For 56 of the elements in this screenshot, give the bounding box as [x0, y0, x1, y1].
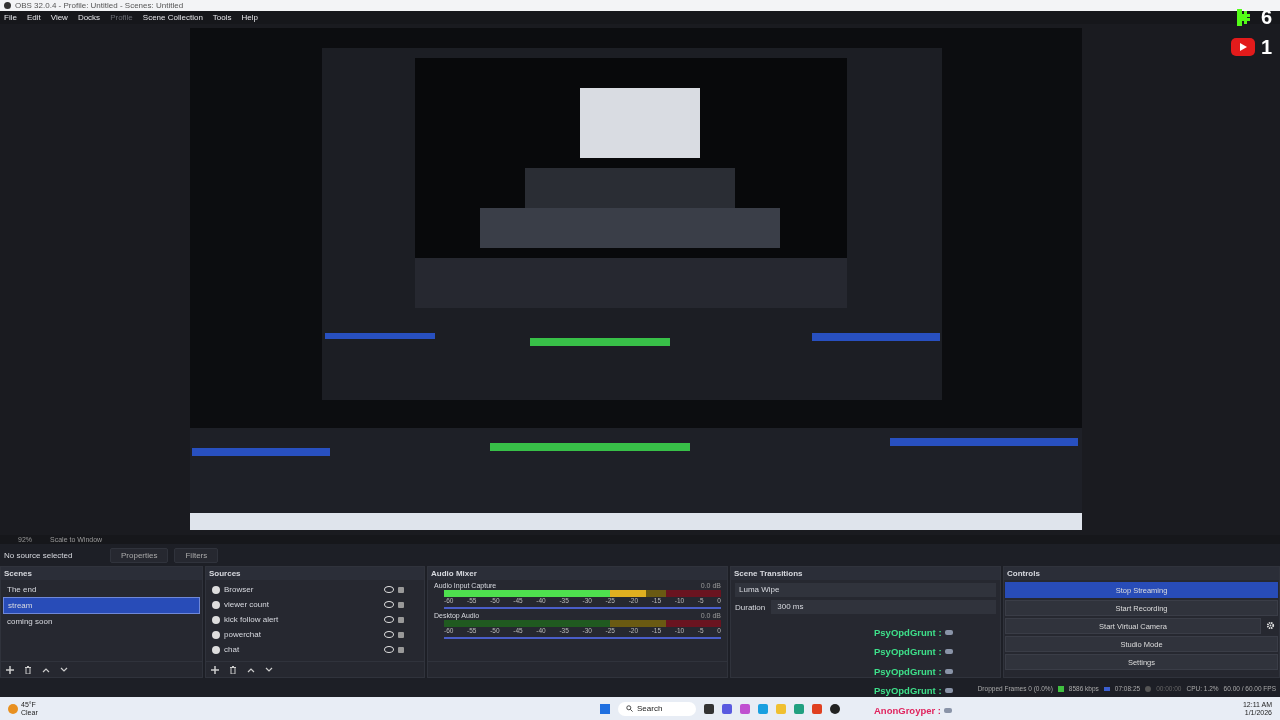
- trash-icon[interactable]: [24, 665, 32, 674]
- source-item[interactable]: Browser: [224, 585, 380, 595]
- menu-item[interactable]: View: [50, 12, 68, 22]
- viewer-count: 1: [1260, 36, 1272, 58]
- chat-username: PsyOpdGrunt :: [874, 665, 942, 677]
- signal-icon: [1057, 685, 1064, 692]
- lock-icon[interactable]: [398, 631, 404, 638]
- windows-icon[interactable]: [600, 703, 610, 714]
- lock-icon[interactable]: [398, 586, 404, 593]
- source-item[interactable]: kick follow alert: [224, 615, 380, 625]
- dock-header: Scene Transitions: [731, 567, 1000, 581]
- dock-header: Scenes: [1, 567, 202, 581]
- menu-item[interactable]: Edit: [26, 12, 41, 22]
- app-icon[interactable]: [704, 703, 714, 714]
- scene-item[interactable]: The end: [3, 582, 200, 598]
- volume-slider[interactable]: [444, 637, 721, 640]
- source-item[interactable]: powerchat: [224, 630, 380, 640]
- transition-dropdown[interactable]: Luma Wipe: [735, 583, 996, 598]
- lock-icon[interactable]: [398, 601, 404, 608]
- dock-header: Controls: [1004, 567, 1279, 581]
- source-item[interactable]: chat: [224, 645, 380, 655]
- duration-label: Duration: [735, 602, 766, 612]
- record-icon: [1145, 685, 1152, 692]
- lock-icon[interactable]: [398, 646, 404, 653]
- add-icon[interactable]: [6, 665, 14, 674]
- add-icon[interactable]: [211, 665, 219, 674]
- search-field[interactable]: Search: [618, 701, 696, 716]
- menu-item[interactable]: Tools: [212, 12, 232, 22]
- dock-header: Audio Mixer: [428, 567, 727, 581]
- search-icon: [626, 704, 633, 712]
- toolbar-button[interactable]: Properties: [110, 547, 169, 563]
- source-status: No source selected: [4, 550, 74, 560]
- toolbar-button[interactable]: Filters: [174, 547, 219, 563]
- play-icon: [1230, 38, 1255, 56]
- down-icon[interactable]: [265, 665, 273, 674]
- volume-slider[interactable]: [444, 607, 721, 610]
- scene-item[interactable]: coming soon: [3, 614, 200, 630]
- menu-item[interactable]: Help: [241, 12, 258, 22]
- scene-item[interactable]: stream: [3, 597, 200, 615]
- window-title: OBS 32.0.4 - Profile: Untitled - Scenes: Untitled: [15, 1, 184, 10]
- trash-icon[interactable]: [229, 665, 237, 674]
- chat-username: PsyOpdGrunt :: [874, 685, 942, 697]
- chat-username: PsyOpdGrunt :: [874, 626, 942, 638]
- down-icon[interactable]: [60, 665, 68, 674]
- viewer-count: 6: [1260, 6, 1272, 28]
- duration-field[interactable]: 300 ms: [771, 600, 996, 615]
- menu-item[interactable]: Docks: [77, 12, 101, 22]
- stream-icon: [1103, 686, 1110, 691]
- dock-header: Sources: [206, 567, 424, 581]
- menu-item[interactable]: File: [4, 12, 17, 22]
- menu-item[interactable]: Scene Collection: [142, 12, 203, 22]
- chat-username: PsyOpdGrunt :: [874, 646, 942, 658]
- chat-username: AnonGroyper :: [874, 704, 942, 716]
- source-item[interactable]: viewer count: [224, 600, 380, 610]
- lock-icon[interactable]: [398, 616, 404, 623]
- settings-icon[interactable]: [1266, 621, 1275, 631]
